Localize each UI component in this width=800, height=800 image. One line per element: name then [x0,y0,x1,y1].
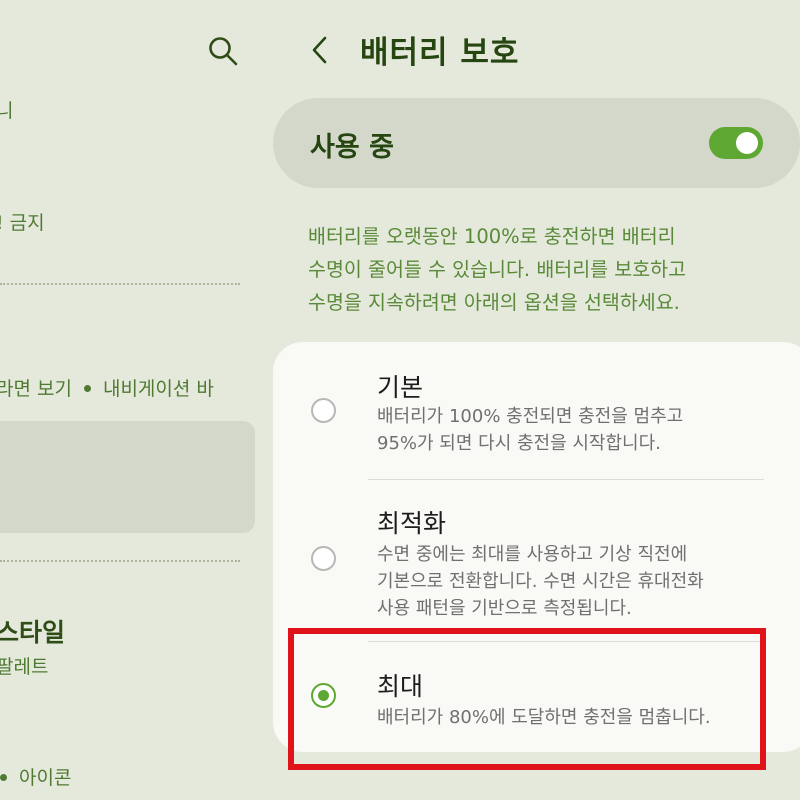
toggle-knob [736,132,758,154]
description-line: 배터리를 오랫동안 100%로 충전하면 배터리 [308,225,676,248]
master-switch-label: 사용 중 [310,132,394,163]
option-description-line: 사용 패턴을 기반으로 측정됩니다. [377,598,632,619]
screen: 니 ! 금지 라면 보기 내비게이션 바 스타일 팔레트 아이콘 배터리 보호 사… [0,0,800,800]
master-toggle-switch[interactable] [709,127,763,159]
bullet-icon [83,384,91,392]
left-item-fragment[interactable]: 니 [0,96,13,123]
description-line: 수명을 지속하려면 아래의 옵션을 선택하세요. [308,291,680,314]
page-title: 배터리 보호 [360,35,520,71]
search-icon[interactable] [206,34,240,68]
left-item-style-title[interactable]: 스타일 [0,613,65,649]
left-item-navigation[interactable]: 라면 보기 내비게이션 바 [0,374,214,401]
option-description: 배터리가 80%에 도달하면 충전을 멈춥니다. [377,704,777,731]
option-description: 수면 중에는 최대를 사용하고 기상 직전에 기본으로 전환합니다. 수면 시간… [377,541,777,622]
bullet-icon [0,773,7,781]
option-description-line: 95%가 되면 다시 충전을 시작합니다. [377,433,661,454]
left-divider [0,283,240,285]
description-text: 배터리를 오랫동안 100%로 충전하면 배터리 수명이 줄어들 수 있습니다.… [308,220,788,319]
left-divider [0,560,240,562]
radio-button-unselected[interactable] [311,398,336,423]
left-item-fragment[interactable]: ! 금지 [0,208,45,235]
option-description: 배터리가 100% 충전되면 충전을 멈추고 95%가 되면 다시 충전을 시작… [377,403,777,457]
master-switch-row[interactable]: 사용 중 [273,98,800,188]
option-title: 최적화 [377,509,447,538]
left-item-icons[interactable]: 아이콘 [0,763,71,790]
option-maximum[interactable]: 최대 배터리가 80%에 도달하면 충전을 멈춥니다. [273,642,800,752]
option-description-line: 배터리가 80%에 도달하면 충전을 멈춥니다. [377,707,711,728]
option-optimized[interactable]: 최적화 수면 중에는 최대를 사용하고 기상 직전에 기본으로 전환합니다. 수… [273,480,800,642]
left-selected-item[interactable] [0,421,255,533]
description-line: 수명이 줄어들 수 있습니다. 배터리를 보호하고 [308,258,687,281]
option-basic[interactable]: 기본 배터리가 100% 충전되면 충전을 멈추고 95%가 되면 다시 충전을… [273,342,800,480]
option-title: 기본 [377,373,424,402]
option-title: 최대 [377,672,424,701]
option-description-line: 배터리가 100% 충전되면 충전을 멈추고 [377,406,684,427]
left-item-text: 아이콘 [19,767,72,789]
left-item-text: 라면 보기 [0,378,72,400]
back-button[interactable] [300,30,340,70]
left-settings-panel: 니 ! 금지 라면 보기 내비게이션 바 스타일 팔레트 아이콘 [0,0,260,800]
option-description-line: 수면 중에는 최대를 사용하고 기상 직전에 [377,544,688,565]
options-card: 기본 배터리가 100% 충전되면 충전을 멈추고 95%가 되면 다시 충전을… [273,342,800,752]
left-item-style-subtitle: 팔레트 [0,656,49,678]
option-description-line: 기본으로 전환합니다. 수면 시간은 휴대전화 [377,571,704,592]
radio-button-unselected[interactable] [311,546,336,571]
left-item-text: 내비게이션 바 [102,378,214,400]
radio-button-selected[interactable] [311,683,336,708]
